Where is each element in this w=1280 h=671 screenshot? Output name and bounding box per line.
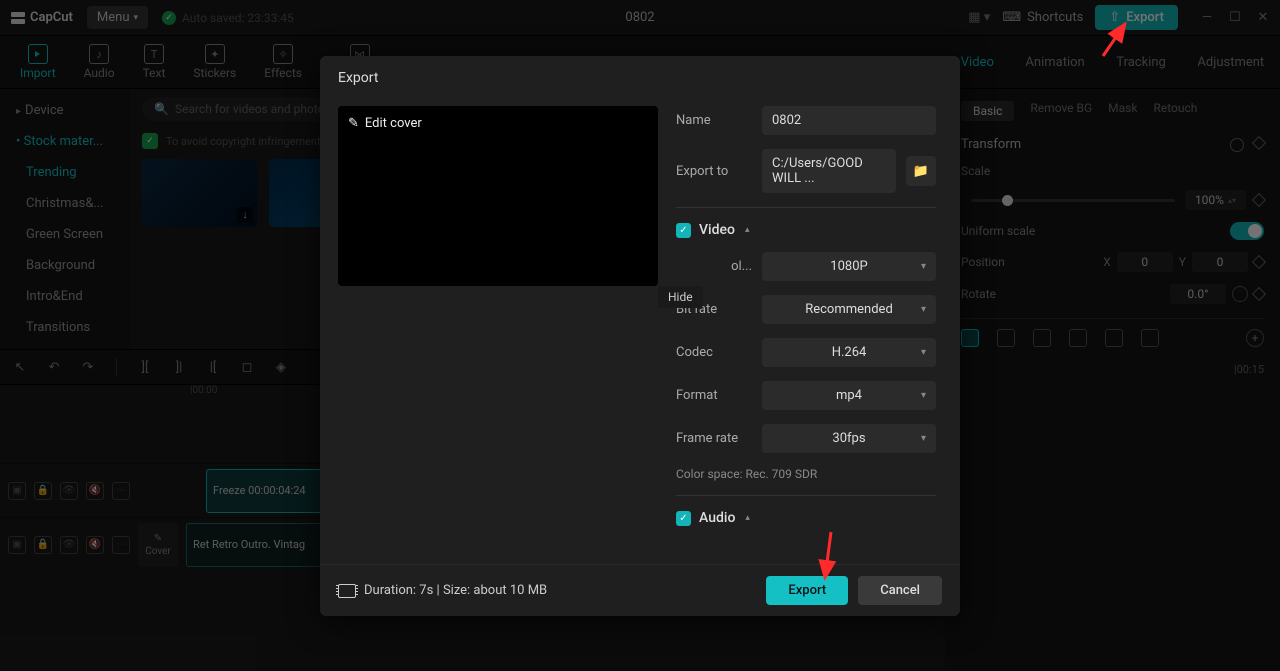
dialog-title: Export	[320, 56, 960, 96]
browse-folder-button[interactable]: 📁	[906, 156, 936, 186]
edit-cover-button[interactable]: ✎ Edit cover	[348, 116, 422, 131]
video-section-label: Video	[699, 222, 735, 238]
format-select[interactable]: mp4	[762, 381, 936, 410]
hide-tooltip: Hide	[658, 286, 703, 308]
colorspace-note: Color space: Rec. 709 SDR	[676, 467, 936, 481]
codec-label: Codec	[676, 345, 752, 360]
format-label: Format	[676, 388, 752, 403]
resolution-select[interactable]: 1080P	[762, 252, 936, 281]
folder-icon: 📁	[913, 164, 929, 179]
film-icon	[338, 584, 356, 598]
collapse-icon[interactable]: ▴	[745, 513, 750, 523]
cancel-button[interactable]: Cancel	[858, 576, 942, 605]
export-confirm-button[interactable]: Export	[766, 576, 848, 605]
export-info: Duration: 7s | Size: about 10 MB	[338, 583, 547, 598]
name-input[interactable]: 0802	[762, 106, 936, 135]
audio-section-label: Audio	[699, 510, 735, 526]
name-label: Name	[676, 113, 752, 128]
framerate-label: Frame rate	[676, 431, 752, 446]
resolution-suffix: ol...	[676, 259, 752, 274]
video-checkbox[interactable]: ✓	[676, 223, 691, 238]
collapse-icon[interactable]: ▴	[745, 225, 750, 235]
codec-select[interactable]: H.264	[762, 338, 936, 367]
export-dialog: Export ✎ Edit cover Name 0802 Export to …	[320, 56, 960, 616]
framerate-select[interactable]: 30fps	[762, 424, 936, 453]
export-preview: ✎ Edit cover	[338, 106, 658, 286]
audio-checkbox[interactable]: ✓	[676, 511, 691, 526]
export-to-label: Export to	[676, 164, 752, 179]
export-path: C:/Users/GOOD WILL ...	[762, 149, 896, 193]
bitrate-select[interactable]: Recommended	[762, 295, 936, 324]
pencil-icon: ✎	[348, 116, 359, 131]
